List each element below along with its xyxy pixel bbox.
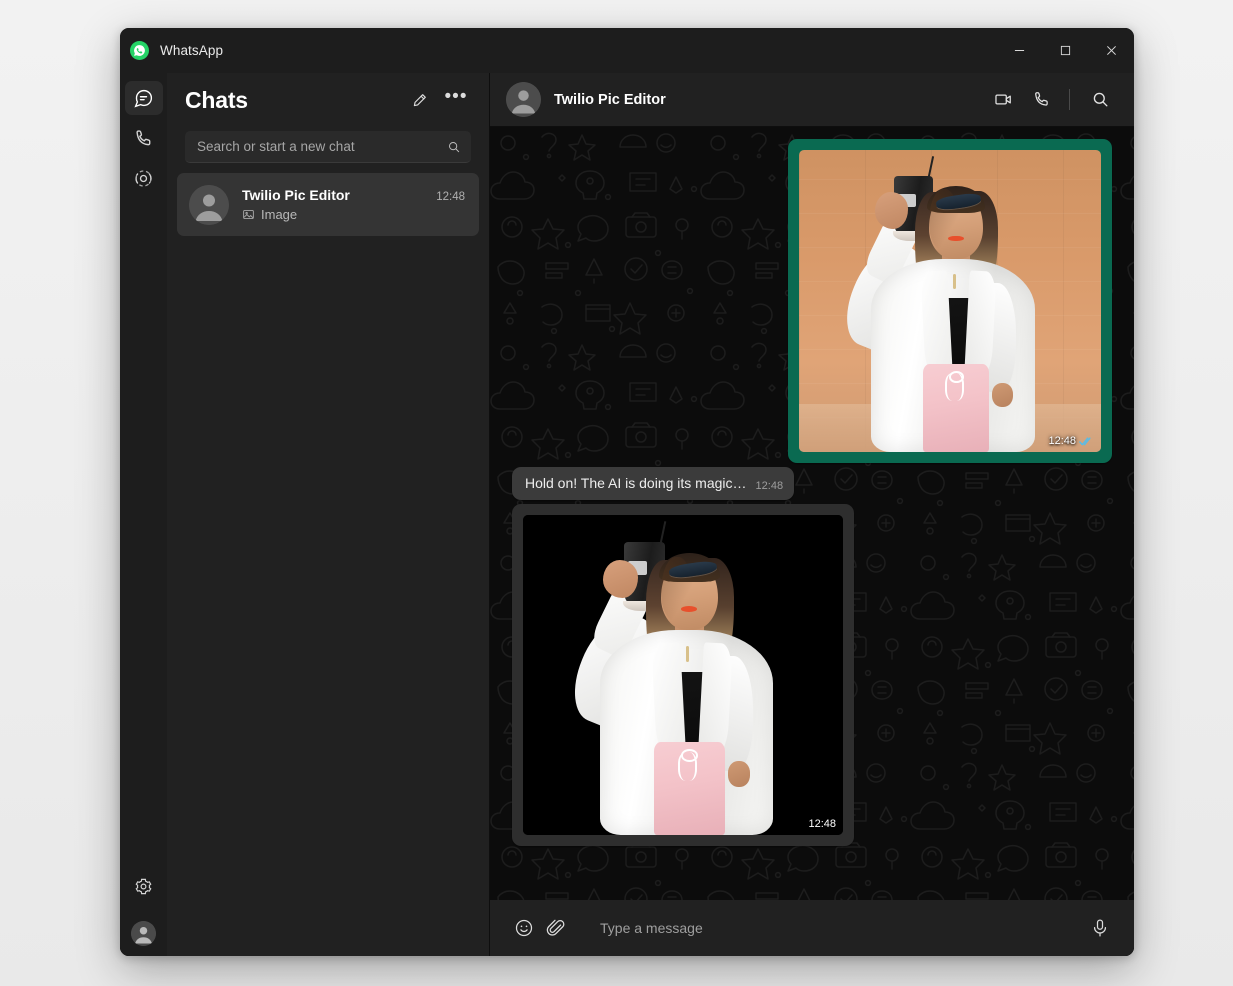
search-container: [167, 127, 489, 173]
message-time: 12:48: [808, 818, 836, 830]
rail-item-status[interactable]: [125, 161, 163, 195]
paperclip-icon[interactable]: [540, 912, 572, 944]
chat-list[interactable]: Twilio Pic Editor 12:48 Image: [167, 173, 489, 956]
list-item-texts: Twilio Pic Editor 12:48 Image: [242, 187, 465, 222]
avatar: [189, 184, 229, 225]
contact-name[interactable]: Twilio Pic Editor: [554, 92, 981, 108]
search-icon[interactable]: [447, 140, 461, 154]
list-item-top-row: Twilio Pic Editor 12:48: [242, 187, 465, 203]
message-bubble-incoming-image[interactable]: 12:48: [512, 504, 854, 846]
whatsapp-window: WhatsApp Chats ••• Search or start a new…: [120, 28, 1134, 956]
list-item-bottom-row: Image: [242, 207, 465, 222]
page-title: Chats: [185, 86, 248, 113]
window-controls: [996, 28, 1134, 73]
maximize-button[interactable]: [1042, 28, 1088, 73]
search-input[interactable]: [197, 139, 447, 154]
received-photo[interactable]: 12:48: [523, 515, 843, 835]
person: [523, 515, 843, 835]
image-icon: [242, 208, 255, 221]
chat-preview: Image: [261, 207, 298, 222]
rail-item-settings[interactable]: [125, 869, 163, 903]
search-box[interactable]: [185, 131, 471, 163]
message-row-outgoing: 12:48: [512, 139, 1112, 463]
conversation-body: 12:48 Hold on! The AI is doing its magic…: [490, 127, 1134, 900]
chat-list-pane: Chats ••• Search or start a new chat Twi…: [167, 73, 490, 956]
message-row-incoming-image: 12:48: [512, 504, 1112, 846]
photo-scene: [799, 150, 1101, 452]
close-button[interactable]: [1088, 28, 1134, 73]
message-input[interactable]: [600, 920, 1066, 936]
message-bubble-incoming-text[interactable]: Hold on! The AI is doing its magic… 12:4…: [512, 467, 795, 500]
whatsapp-logo-icon: [130, 41, 149, 60]
avatar[interactable]: [506, 82, 541, 117]
message-row-incoming-text: Hold on! The AI is doing its magic… 12:4…: [512, 467, 1112, 500]
window-body: Chats ••• Search or start a new chat Twi…: [120, 73, 1134, 956]
microphone-icon[interactable]: [1084, 912, 1116, 944]
message-text: Hold on! The AI is doing its magic…: [525, 475, 747, 491]
navigation-rail: [120, 73, 167, 956]
title-bar: WhatsApp: [120, 28, 1134, 73]
screen: WhatsApp Chats ••• Search or start a new…: [0, 0, 1233, 986]
chat-list-header: Chats •••: [167, 73, 489, 127]
message-bubble-outgoing-image[interactable]: 12:48: [788, 139, 1112, 463]
list-item[interactable]: Twilio Pic Editor 12:48 Image: [177, 173, 479, 236]
conversation-header: Twilio Pic Editor: [490, 73, 1134, 127]
person: [799, 150, 1101, 452]
chat-time: 12:48: [436, 191, 465, 203]
phone-icon[interactable]: [1025, 84, 1057, 116]
search-icon[interactable]: [1084, 84, 1116, 116]
minimize-button[interactable]: [996, 28, 1042, 73]
message-meta: 12:48: [808, 818, 836, 830]
header-divider: [1069, 89, 1070, 110]
rail-item-profile[interactable]: [131, 921, 156, 946]
message-meta: 12:48: [1048, 435, 1094, 447]
chat-name: Twilio Pic Editor: [242, 187, 350, 203]
rail-item-calls[interactable]: [125, 121, 163, 155]
photo-scene: [523, 515, 843, 835]
rail-item-chats[interactable]: [124, 81, 163, 115]
video-camera-icon[interactable]: [987, 84, 1019, 116]
sent-photo[interactable]: 12:48: [799, 150, 1101, 452]
message-time: 12:48: [1048, 435, 1076, 447]
new-chat-icon[interactable]: [404, 85, 434, 115]
app-title: WhatsApp: [160, 43, 224, 58]
conversation-pane: Twilio Pic Editor 12:48 Hold on! The AI …: [490, 73, 1134, 956]
message-composer: [490, 900, 1134, 956]
double-check-icon: [1079, 436, 1094, 447]
message-list[interactable]: 12:48 Hold on! The AI is doing its magic…: [490, 127, 1134, 900]
message-time: 12:48: [755, 480, 784, 492]
overflow-menu-icon[interactable]: •••: [441, 85, 471, 115]
emoji-icon[interactable]: [508, 912, 540, 944]
